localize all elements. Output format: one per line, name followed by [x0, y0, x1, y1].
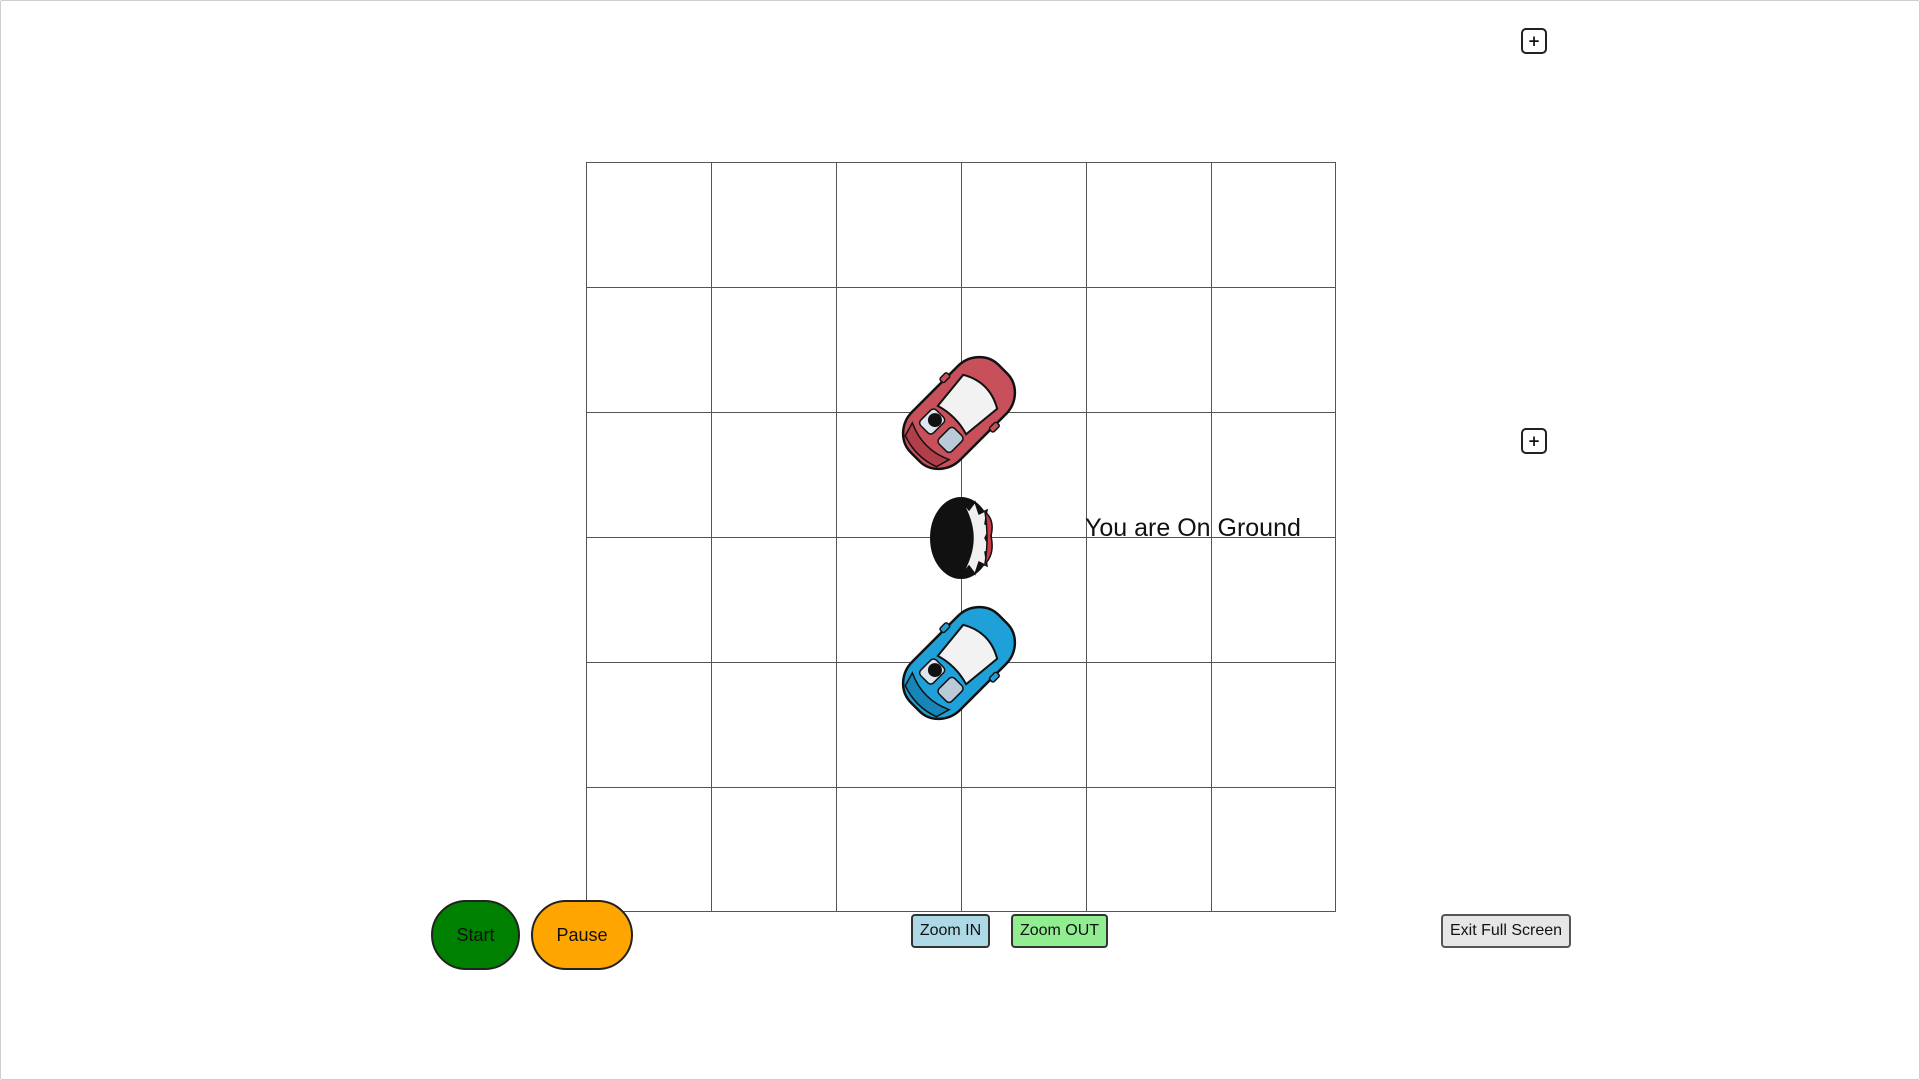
- zoom-out-button[interactable]: Zoom OUT: [1011, 914, 1108, 948]
- grid-line-horizontal: [587, 787, 1335, 788]
- game-window: You are On Ground + + Start Pause Zoom I…: [0, 0, 1920, 1080]
- zoom-in-button[interactable]: Zoom IN: [911, 914, 990, 948]
- pause-button[interactable]: Pause: [531, 900, 633, 970]
- plus-button-middle[interactable]: +: [1521, 428, 1547, 454]
- character-head-icon: [930, 497, 993, 579]
- exit-fullscreen-button[interactable]: Exit Full Screen: [1441, 914, 1571, 948]
- grid-line-horizontal: [587, 287, 1335, 288]
- red-car-icon: [901, 355, 1017, 471]
- start-button[interactable]: Start: [431, 900, 520, 970]
- blue-car-icon: [901, 605, 1017, 721]
- plus-button-top[interactable]: +: [1521, 28, 1547, 54]
- status-message: You are On Ground: [1085, 514, 1301, 542]
